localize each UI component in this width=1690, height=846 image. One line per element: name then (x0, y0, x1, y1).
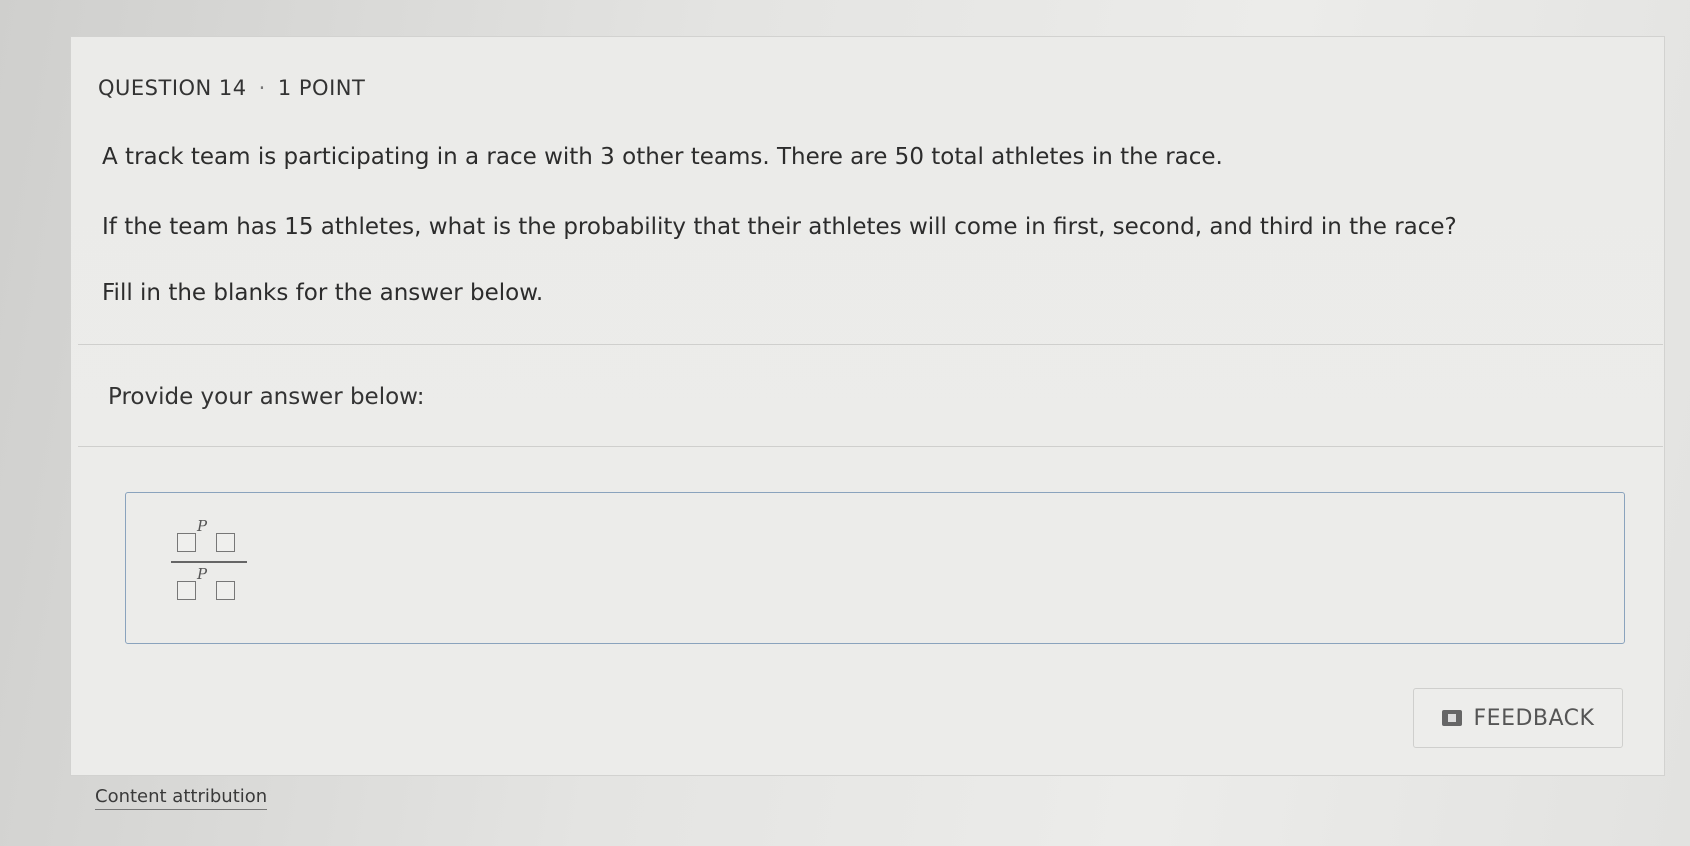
page: QUESTION 14 · 1 POINT A track team is part… (0, 0, 1690, 846)
feedback-button[interactable]: FEEDBACK (1413, 688, 1623, 748)
question-stem-line-1: A track team is participating in a race … (102, 144, 1223, 170)
denominator-right-blank[interactable] (216, 581, 235, 600)
answer-prompt: Provide your answer below: (108, 384, 425, 410)
denominator-left-blank[interactable] (177, 581, 196, 600)
feedback-label: FEEDBACK (1473, 705, 1595, 731)
permutation-fraction: P P (171, 517, 247, 619)
denominator-p-letter: P (197, 565, 208, 583)
question-number: QUESTION 14 (98, 76, 247, 100)
section-divider (78, 446, 1663, 447)
numerator-left-blank[interactable] (177, 533, 196, 552)
feedback-icon (1441, 710, 1462, 726)
numerator-p-letter: P (197, 517, 208, 535)
question-stem-line-3: Fill in the blanks for the answer below. (102, 280, 544, 306)
question-points: 1 POINT (277, 76, 366, 100)
question-header: QUESTION 14 · 1 POINT (98, 76, 365, 100)
content-attribution-link[interactable]: Content attribution (95, 786, 268, 810)
question-stem-line-2: If the team has 15 athletes, what is the… (102, 214, 1457, 240)
numerator-right-blank[interactable] (216, 533, 235, 552)
answer-input-box[interactable]: P P (125, 492, 1625, 644)
section-divider (78, 344, 1663, 345)
fraction-bar (171, 561, 247, 563)
header-separator: · (258, 76, 266, 100)
